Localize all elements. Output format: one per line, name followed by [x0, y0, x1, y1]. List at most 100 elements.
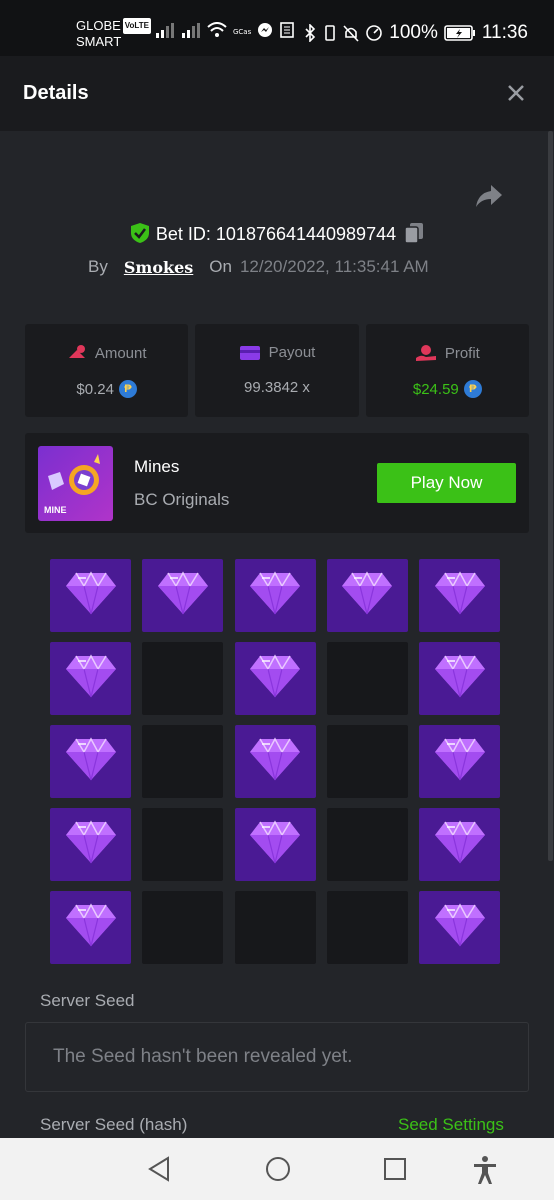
diamond-icon [64, 819, 118, 870]
back-icon[interactable] [146, 1155, 172, 1183]
tile-gem [234, 808, 316, 881]
carrier-name: GLOBE [76, 18, 121, 33]
tile-gem [50, 891, 131, 964]
battery-icon [444, 25, 475, 41]
battery-percent: 100% [389, 22, 438, 43]
shield-check-icon [130, 223, 149, 243]
mute-icon [343, 25, 359, 42]
diamond-icon [433, 653, 487, 704]
recents-icon[interactable] [382, 1155, 408, 1183]
diamond-icon [248, 736, 302, 787]
wifi-icon [207, 22, 227, 37]
tile-empty [326, 642, 408, 715]
vibrate-icon [325, 25, 336, 41]
diamond-icon [64, 570, 118, 621]
diamond-icon [433, 736, 487, 787]
diamond-icon [64, 736, 118, 787]
seed-settings-link[interactable]: Seed Settings [398, 1115, 504, 1135]
server-seed-label: Server Seed [40, 991, 135, 1010]
profit-stat: Profit $24.59 ₱ [365, 324, 529, 417]
diamond-icon [64, 902, 118, 953]
tile-gem [50, 642, 131, 715]
by-label: By [88, 257, 108, 276]
tile-gem [50, 808, 131, 881]
status-icons-left: GCash [155, 22, 295, 38]
tile-empty [326, 808, 408, 881]
bet-id: Bet ID: 101876641440989744 [155, 224, 397, 244]
tile-gem [419, 642, 500, 715]
tile-gem [419, 891, 500, 964]
gcash-icon: GCash [233, 28, 251, 36]
amount-stat: Amount $0.24 ₱ [25, 324, 189, 417]
details-header: Details [0, 56, 554, 131]
accessibility-icon[interactable] [471, 1155, 499, 1185]
tile-gem [234, 725, 316, 798]
home-icon[interactable] [264, 1155, 292, 1183]
diamond-icon [248, 653, 302, 704]
volte-badge: VoLTE [122, 18, 151, 34]
peso-coin-icon: ₱ [118, 380, 137, 398]
payout-value: 99.3842 x [244, 379, 310, 396]
game-thumb-text: MINE [44, 505, 67, 515]
status-bar: GLOBEVoLTE SMART GCash 100% 11:36 [0, 0, 554, 56]
bet-stats: Amount $0.24 ₱ Payout 99.3842 x Profit $2… [25, 324, 529, 417]
tile-gem [50, 725, 131, 798]
status-icons-right: 100% 11:36 [303, 22, 528, 44]
bet-id-row: Bet ID: 101876641440989744 [0, 222, 554, 245]
signal-icon [182, 23, 200, 38]
tile-gem [50, 559, 131, 632]
tile-empty [326, 891, 408, 964]
diamond-icon [433, 902, 487, 953]
bet-byline: By Smokes On 12/20/2022, 11:35:41 AM [88, 257, 429, 277]
mines-board [50, 559, 500, 964]
username-link[interactable]: Smokes [124, 258, 193, 277]
game-name: Mines [134, 457, 180, 476]
news-icon [280, 22, 294, 38]
android-nav-bar [0, 1138, 554, 1200]
diamond-icon [433, 819, 487, 870]
payout-stat: Payout 99.3842 x [195, 324, 359, 417]
share-icon[interactable] [474, 183, 504, 209]
copy-icon[interactable] [404, 222, 424, 244]
tile-gem [419, 725, 500, 798]
amount-icon [68, 345, 85, 358]
carrier-name-2: SMART [76, 34, 122, 49]
close-icon[interactable] [506, 83, 526, 103]
bet-date: 12/20/2022, 11:35:41 AM [239, 257, 429, 276]
messenger-icon [258, 23, 272, 37]
svg-text:GCash: GCash [233, 28, 251, 36]
page-title: Details [23, 82, 89, 104]
diamond-icon [248, 819, 302, 870]
clock: 11:36 [481, 22, 528, 43]
speed-icon [366, 25, 383, 41]
game-card: MINE Mines BC Originals Play Now [25, 433, 529, 533]
peso-coin-icon: ₱ [463, 380, 482, 398]
diamond-icon [433, 570, 487, 621]
game-provider: BC Originals [134, 490, 230, 509]
tile-gem [419, 808, 500, 881]
wallet-icon [239, 345, 260, 360]
tile-gem [234, 642, 316, 715]
tile-empty [142, 725, 224, 798]
tile-empty [234, 891, 316, 964]
payout-label: Payout [268, 344, 316, 361]
game-thumbnail[interactable]: MINE [38, 446, 113, 521]
profit-value: $24.59 [412, 380, 459, 398]
tile-gem [419, 559, 500, 632]
carrier-info: GLOBE VoLTE SMART [76, 18, 151, 50]
signal-icon [156, 23, 174, 38]
tile-empty [142, 891, 224, 964]
tile-gem [326, 559, 408, 632]
tile-gem [234, 559, 316, 632]
server-seed-hash-label: Server Seed (hash) [40, 1115, 188, 1134]
play-now-button[interactable]: Play Now [377, 463, 516, 503]
profit-label: Profit [444, 344, 480, 362]
diamond-icon [248, 570, 302, 621]
tile-gem [142, 559, 224, 632]
amount-value: $0.24 [76, 380, 114, 398]
on-label: On [209, 257, 232, 276]
bluetooth-icon [305, 24, 316, 42]
server-seed-field[interactable]: The Seed hasn't been revealed yet. [25, 1022, 529, 1092]
diamond-icon [156, 570, 210, 621]
tile-empty [142, 642, 224, 715]
